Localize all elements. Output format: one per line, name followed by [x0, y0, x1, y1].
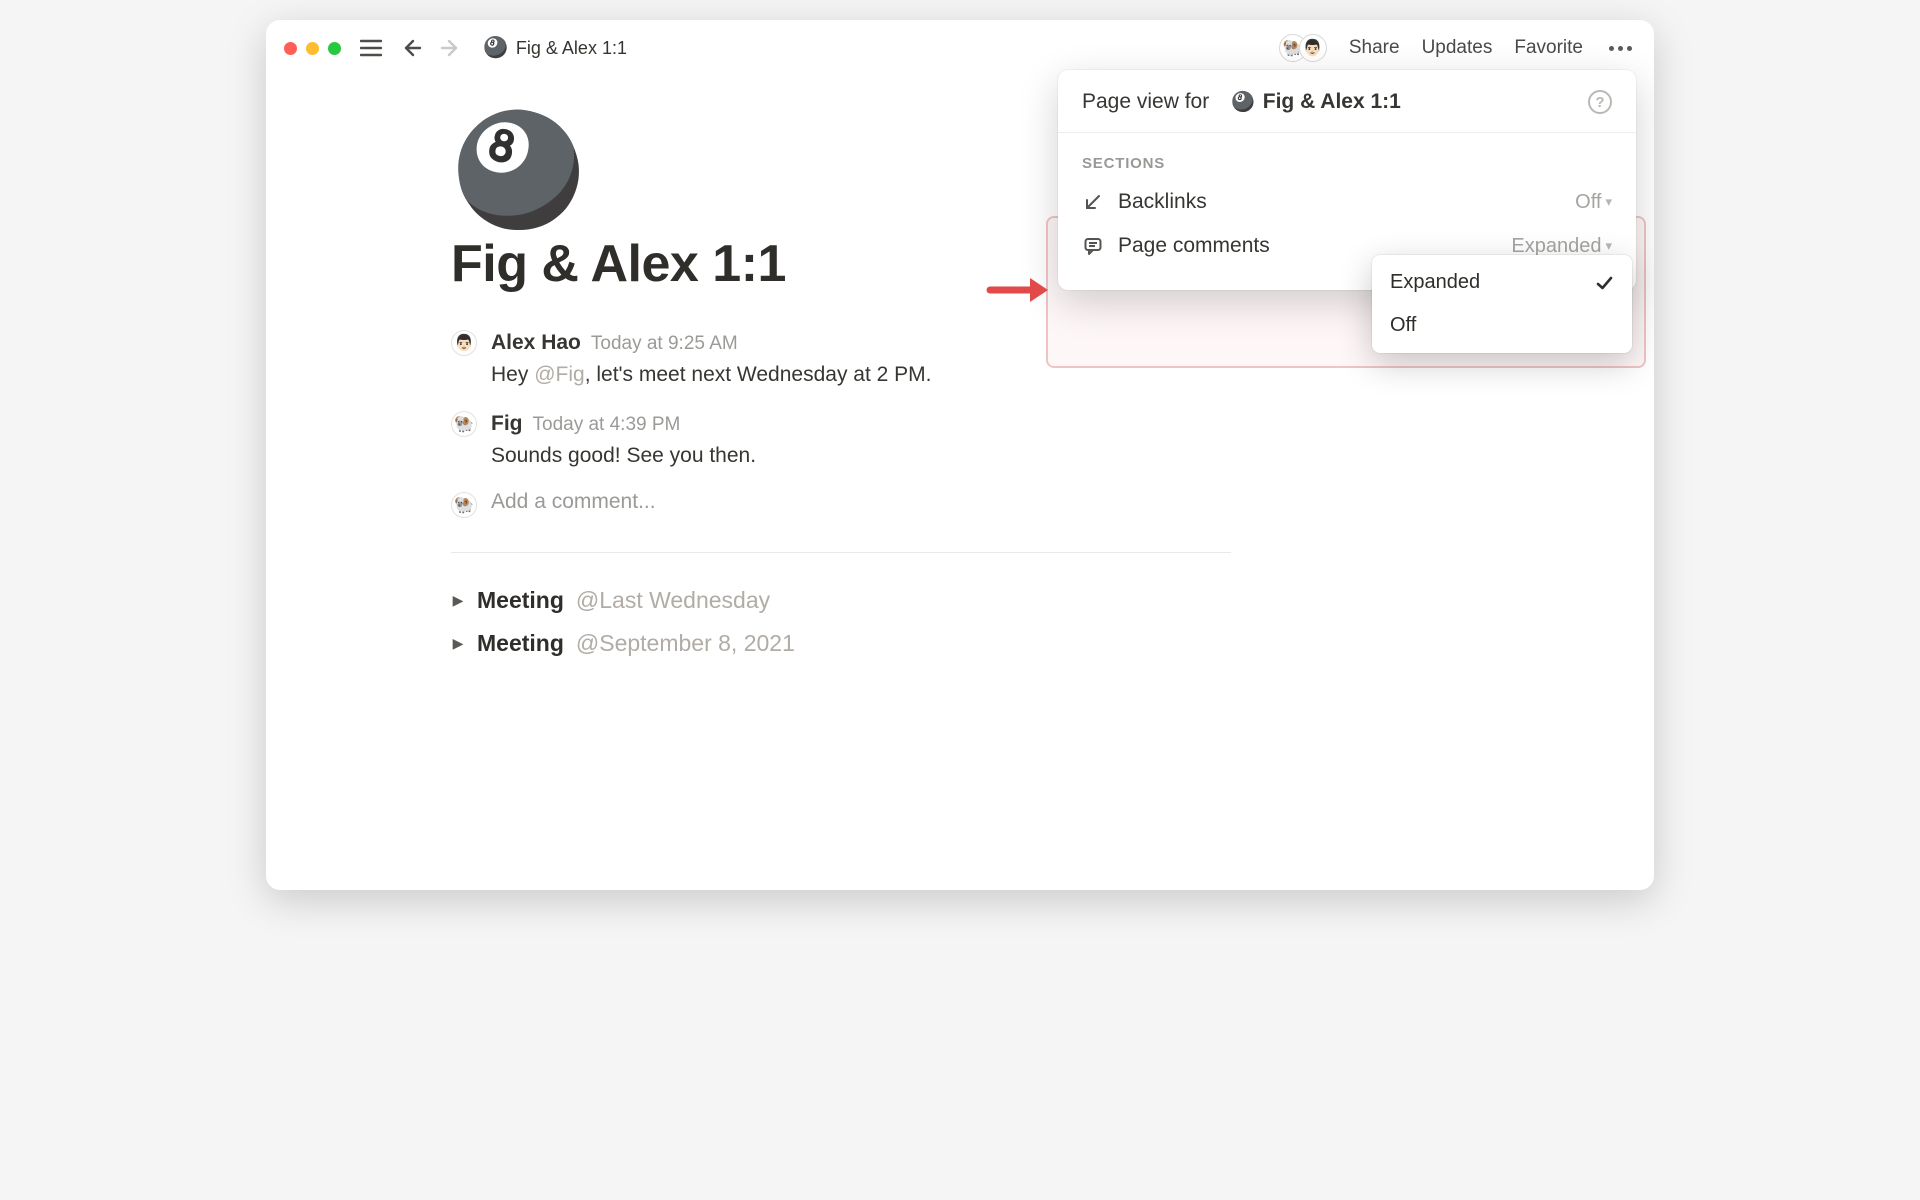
more-menu-button[interactable] [1605, 42, 1636, 55]
date-mention[interactable]: @Last Wednesday [576, 587, 770, 614]
share-button[interactable]: Share [1349, 37, 1400, 59]
backlinks-row[interactable]: Backlinks Off ▾ [1058, 180, 1636, 224]
toggle-block[interactable]: ▶ Meeting @September 8, 2021 [451, 630, 1231, 657]
backlinks-value: Off ▾ [1575, 191, 1612, 214]
sidebar-toggle-button[interactable] [357, 34, 385, 62]
backlinks-label: Backlinks [1118, 190, 1561, 214]
comment: 👨🏻 Alex Hao Today at 9:25 AM Hey @Fig, l… [451, 328, 1231, 391]
sections-heading: SECTIONS [1058, 147, 1636, 180]
breadcrumb-title: Fig & Alex 1:1 [516, 38, 627, 59]
avatar: 👨🏻 [451, 330, 477, 356]
mention[interactable]: @Fig [534, 363, 585, 386]
avatar: 🐏 [451, 492, 477, 518]
favorite-button[interactable]: Favorite [1514, 37, 1583, 59]
topbar: 🎱 Fig & Alex 1:1 🐏 👨🏻 Share Updates Favo… [266, 20, 1654, 76]
updates-button[interactable]: Updates [1422, 37, 1493, 59]
nav-back-button[interactable] [397, 34, 425, 62]
popover-title-icon: 🎱 [1231, 90, 1255, 114]
presence-avatars[interactable]: 🐏 👨🏻 [1287, 34, 1327, 62]
popover-title-prefix: Page view for [1082, 90, 1209, 114]
page-view-popover: Page view for 🎱 Fig & Alex 1:1 ? SECTION… [1058, 70, 1636, 290]
minimize-window-button[interactable] [306, 42, 319, 55]
avatar: 🐏 [451, 411, 477, 437]
window-controls [284, 42, 341, 55]
comment-timestamp: Today at 4:39 PM [533, 411, 681, 439]
comments-icon [1082, 236, 1104, 256]
divider [451, 552, 1231, 553]
comment-author: Fig [491, 409, 523, 439]
close-window-button[interactable] [284, 42, 297, 55]
dropdown-option-off[interactable]: Off [1372, 304, 1632, 347]
meeting-list: ▶ Meeting @Last Wednesday ▶ Meeting @Sep… [451, 587, 1231, 657]
breadcrumb[interactable]: 🎱 Fig & Alex 1:1 [477, 36, 633, 61]
fullscreen-window-button[interactable] [328, 42, 341, 55]
backlinks-icon [1082, 192, 1104, 212]
comment-author: Alex Hao [491, 328, 581, 358]
dropdown-option-label: Off [1390, 314, 1416, 337]
topbar-right: 🐏 👨🏻 Share Updates Favorite [1287, 34, 1636, 62]
nav-forward-button[interactable] [437, 34, 465, 62]
dropdown-option-label: Expanded [1390, 271, 1480, 294]
chevron-down-icon: ▾ [1605, 194, 1612, 210]
meeting-title: Meeting [477, 587, 564, 614]
add-comment-row[interactable]: 🐏 Add a comment... [451, 490, 1231, 518]
presence-avatar: 👨🏻 [1299, 34, 1327, 62]
popover-header: Page view for 🎱 Fig & Alex 1:1 ? [1058, 70, 1636, 133]
page-comments: 👨🏻 Alex Hao Today at 9:25 AM Hey @Fig, l… [451, 328, 1231, 518]
disclosure-triangle-icon[interactable]: ▶ [451, 592, 465, 609]
comment-text: Sounds good! See you then. [491, 441, 756, 471]
comment-timestamp: Today at 9:25 AM [591, 330, 738, 358]
add-comment-input[interactable]: Add a comment... [491, 490, 656, 514]
comment-text: Hey @Fig, let's meet next Wednesday at 2… [491, 360, 931, 390]
help-icon[interactable]: ? [1588, 90, 1612, 114]
breadcrumb-icon: 🎱 [483, 38, 508, 58]
meeting-title: Meeting [477, 630, 564, 657]
dropdown-option-expanded[interactable]: Expanded [1372, 261, 1632, 304]
check-icon [1594, 273, 1614, 293]
popover-title-page: Fig & Alex 1:1 [1263, 90, 1401, 114]
date-mention[interactable]: @September 8, 2021 [576, 630, 795, 657]
comment: 🐏 Fig Today at 4:39 PM Sounds good! See … [451, 409, 1231, 472]
toggle-block[interactable]: ▶ Meeting @Last Wednesday [451, 587, 1231, 614]
page-comments-dropdown: Expanded Off [1372, 255, 1632, 353]
app-window: 🎱 Fig & Alex 1:1 🐏 👨🏻 Share Updates Favo… [266, 20, 1654, 890]
chevron-down-icon: ▾ [1605, 238, 1612, 254]
disclosure-triangle-icon[interactable]: ▶ [451, 635, 465, 652]
